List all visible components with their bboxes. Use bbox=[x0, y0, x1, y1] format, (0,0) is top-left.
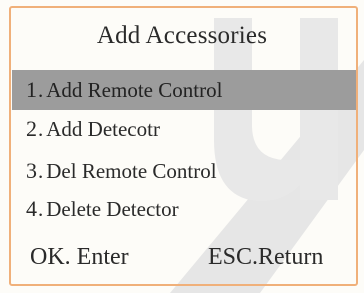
menu-item-number: 1 bbox=[26, 77, 37, 102]
ok-enter-hint[interactable]: OK. Enter bbox=[30, 237, 129, 277]
menu-item-dot: . bbox=[38, 117, 44, 141]
menu-item-label: Add Remote Control bbox=[46, 78, 223, 102]
menu-item-label: Del Remote Control bbox=[46, 159, 217, 183]
menu-item-label: Add Detecotr bbox=[46, 117, 160, 141]
menu-item-del-remote-control[interactable]: 3. Del Remote Control bbox=[12, 151, 356, 191]
menu-item-label: Delete Detector bbox=[46, 197, 179, 221]
menu-item-add-detector[interactable]: 2. Add Detecotr bbox=[12, 109, 356, 149]
menu-item-add-remote-control[interactable]: 1. Add Remote Control bbox=[12, 70, 356, 110]
menu-item-number: 4 bbox=[26, 196, 37, 221]
menu-item-delete-detector[interactable]: 4. Delete Detector bbox=[12, 189, 356, 229]
menu-item-dot: . bbox=[38, 78, 44, 102]
device-screen: Add Accessories 1. Add Remote Control 2. A… bbox=[0, 0, 364, 293]
esc-return-hint[interactable]: ESC.Return bbox=[208, 237, 323, 277]
menu-item-number: 3 bbox=[26, 158, 37, 183]
menu-item-dot: . bbox=[38, 197, 44, 221]
menu-item-number: 2 bbox=[26, 116, 37, 141]
menu-item-dot: . bbox=[38, 159, 44, 183]
screen-title: Add Accessories bbox=[96, 22, 268, 49]
